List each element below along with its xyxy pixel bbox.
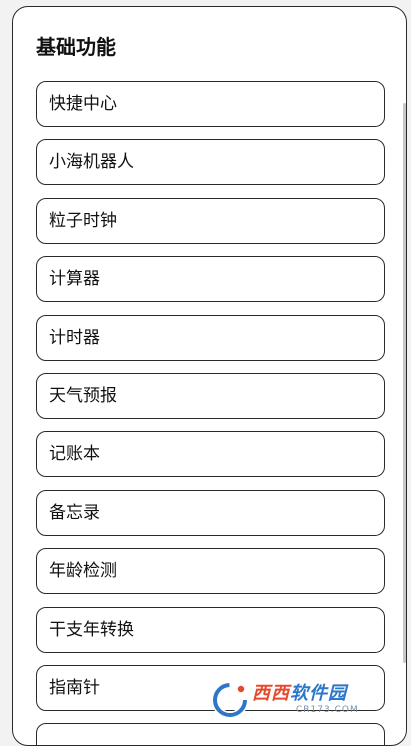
feature-item-ganzhi-convert[interactable]: 干支年转换 (36, 606, 385, 653)
section-title: 基础功能 (36, 35, 116, 59)
feature-item-timer[interactable]: 计时器 (36, 314, 385, 361)
feature-item-label: 备忘录 (49, 502, 100, 523)
feature-list: 快捷中心 小海机器人 粒子时钟 计算器 计时器 天气预报 记账本 备忘录 年龄检… (36, 81, 385, 745)
feature-item-label: 记账本 (49, 444, 100, 465)
feature-item-robot[interactable]: 小海机器人 (36, 139, 385, 186)
feature-item-label: 快捷中心 (49, 94, 117, 114)
feature-item-label: 小海机器人 (49, 152, 134, 173)
feature-item-label: 计时器 (49, 327, 100, 348)
feature-item-compass[interactable]: 指南针 (36, 664, 385, 711)
feature-item-quick-center[interactable]: 快捷中心 (36, 81, 385, 127)
feature-item-weather[interactable]: 天气预报 (36, 372, 385, 419)
feature-item-account-book[interactable]: 记账本 (36, 431, 385, 478)
feature-item-label: 年龄检测 (49, 561, 117, 582)
feature-item-label: 天气预报 (49, 385, 117, 406)
feature-item-memo[interactable]: 备忘录 (36, 489, 385, 536)
feature-item-particle-clock[interactable]: 粒子时钟 (36, 197, 385, 244)
feature-item-calculator[interactable]: 计算器 (36, 256, 385, 303)
feature-item-partial[interactable] (36, 723, 385, 745)
feature-item-label: 计算器 (49, 269, 100, 290)
feature-item-label: 指南针 (49, 677, 100, 698)
scrollbar[interactable] (403, 103, 406, 663)
feature-card: 基础功能 快捷中心 小海机器人 粒子时钟 计算器 计时器 天气预报 记账本 备忘… (12, 6, 407, 746)
feature-item-label: 粒子时钟 (49, 210, 117, 231)
feature-item-label: 干支年转换 (49, 619, 134, 640)
feature-item-age-check[interactable]: 年龄检测 (36, 548, 385, 595)
